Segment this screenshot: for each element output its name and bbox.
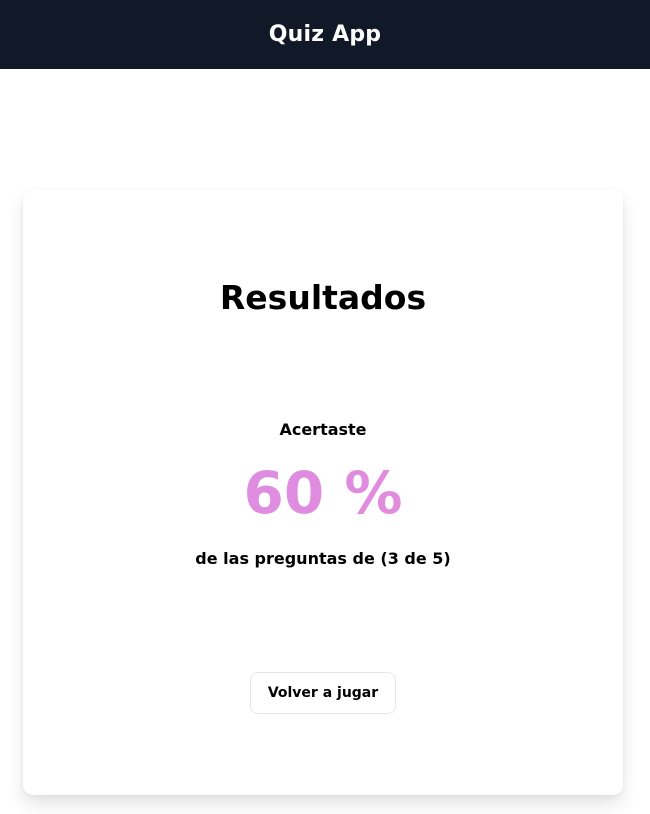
results-card: Resultados Acertaste 60 % de las pregunt… xyxy=(23,190,623,795)
app-header: Quiz App xyxy=(0,0,650,69)
score-detail: de las preguntas de (3 de 5) xyxy=(195,549,451,568)
replay-button[interactable]: Volver a jugar xyxy=(250,672,396,714)
score-percentage: 60 % xyxy=(23,464,623,522)
score-intro-label: Acertaste xyxy=(279,420,367,439)
app-title: Quiz App xyxy=(268,22,382,47)
results-heading: Resultados xyxy=(219,278,427,317)
